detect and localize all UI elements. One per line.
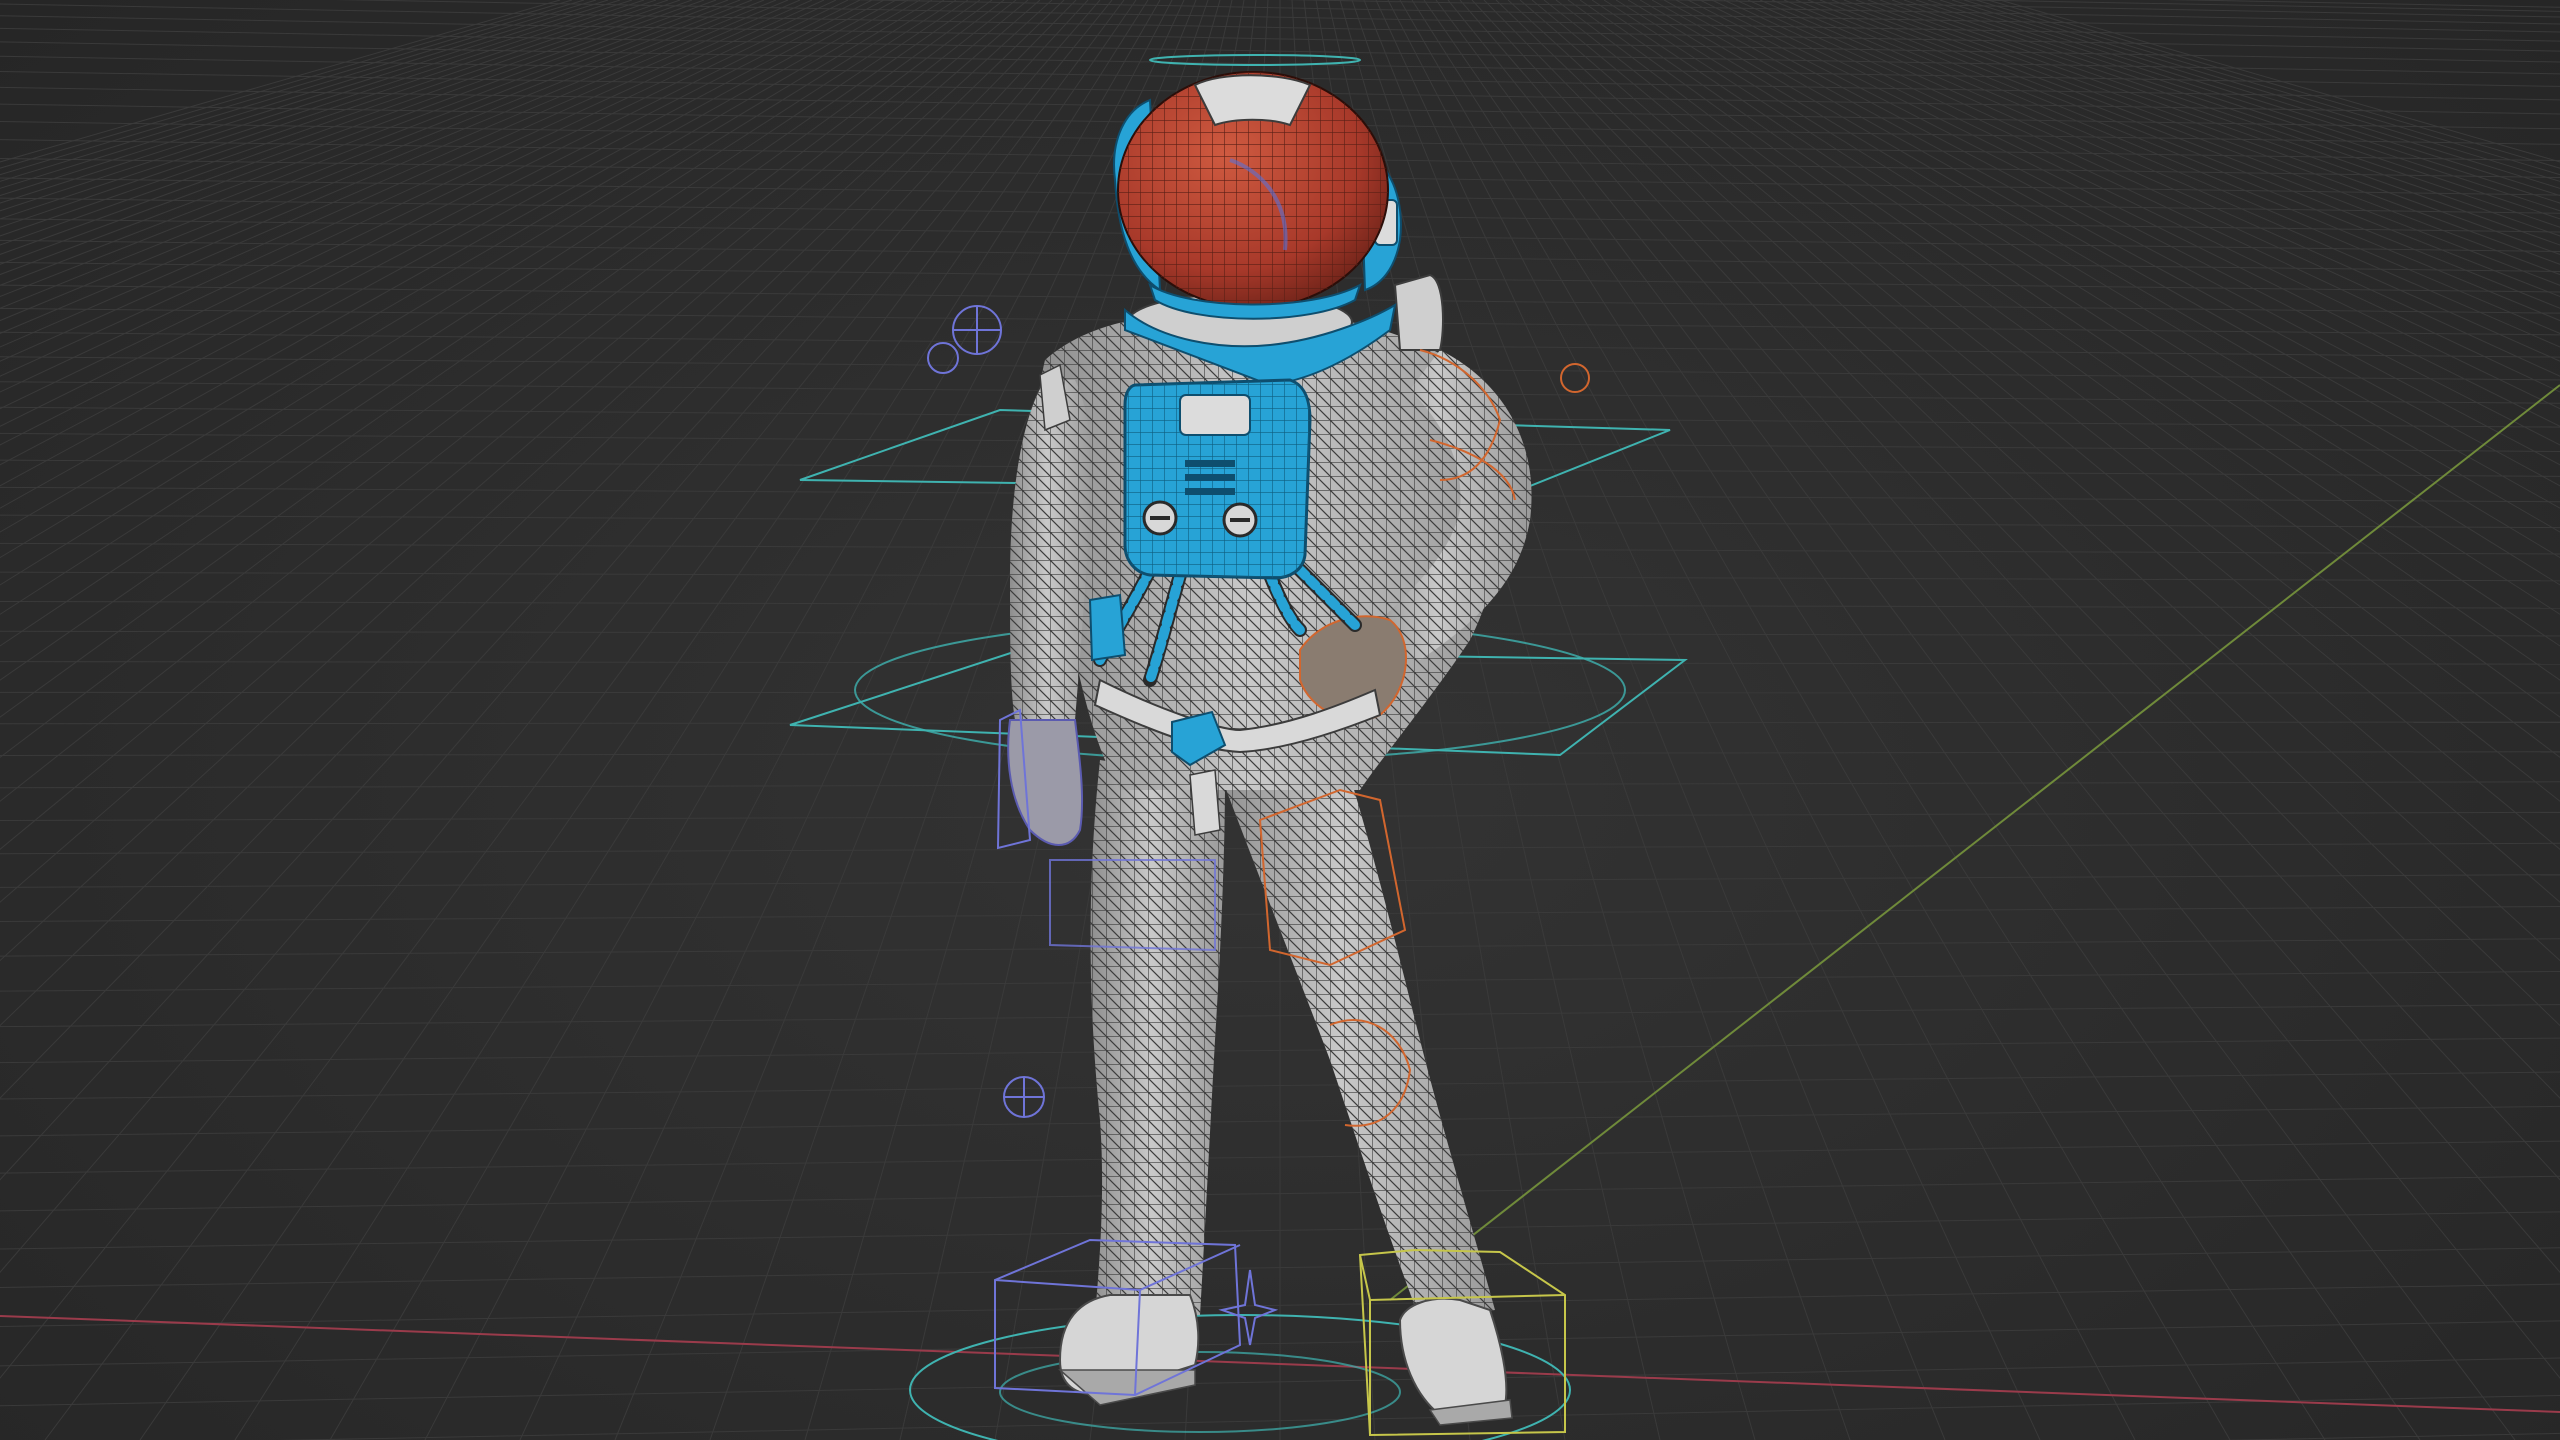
grid-line	[1459, 0, 2560, 1274]
grid-line	[0, 0, 1077, 1099]
grid-line	[0, 0, 981, 681]
grid-line	[0, 0, 1065, 1027]
grid-line	[0, 0, 657, 220]
grid-line	[1495, 0, 2560, 1027]
grid-line	[1771, 0, 2560, 334]
grid-line	[1951, 0, 2560, 189]
grid-line	[0, 0, 573, 169]
grid-line	[1423, 0, 2421, 1440]
right-pole-target	[1560, 363, 1590, 393]
grid-line	[0, 0, 681, 237]
grid-line	[1387, 0, 2136, 1440]
grid-line	[1507, 0, 2560, 962]
grid-line	[0, 0, 729, 276]
grid-line	[1675, 0, 2560, 466]
grid-line	[1435, 0, 2516, 1440]
left-glove	[1007, 719, 1084, 846]
grid-line	[1879, 0, 2560, 237]
grid-line	[1411, 0, 2326, 1440]
grid-line	[0, 0, 597, 182]
grid-line	[1891, 0, 2560, 228]
grid-line	[1939, 0, 2560, 197]
grid-line	[1723, 0, 2560, 393]
grid-line	[0, 0, 885, 466]
grid-line	[0, 0, 969, 647]
grid-line	[0, 0, 993, 718]
grid-line	[1639, 0, 2560, 533]
grid-line	[0, 0, 1101, 1274]
grid-line	[1747, 0, 2560, 362]
grid-line	[0, 0, 561, 163]
grid-line	[0, 0, 813, 362]
grid-line	[0, 0, 837, 393]
viewport-canvas[interactable]	[0, 0, 2560, 1440]
grid-line	[0, 0, 1005, 758]
3d-viewport[interactable]	[0, 0, 2560, 1440]
grid-line	[1795, 0, 2560, 309]
grid-line	[0, 0, 765, 309]
grid-line	[1471, 0, 2560, 1181]
grid-line	[0, 0, 861, 427]
grid-line	[1831, 0, 2560, 276]
grid-line	[0, 0, 825, 377]
grid-line	[0, 0, 933, 559]
astronaut-boots[interactable]	[1058, 1294, 1513, 1426]
grid-line	[0, 0, 789, 334]
grid-line	[0, 0, 1113, 1379]
grid-line	[1903, 0, 2560, 220]
grid-line	[0, 0, 921, 533]
grid-line	[0, 0, 609, 189]
grid-line	[1447, 0, 2560, 1379]
grid-line	[0, 0, 777, 322]
grid-line	[1963, 0, 2560, 182]
grid-line	[0, 0, 669, 228]
grid-line	[0, 0, 1089, 1181]
grid-line	[1987, 0, 2560, 169]
grid-line	[1783, 0, 2560, 322]
grid-line	[1483, 0, 2560, 1099]
grid-line	[1627, 0, 2560, 559]
grid-line	[1999, 0, 2560, 163]
grid-line	[1399, 0, 2231, 1440]
astronaut-legs[interactable]	[1090, 760, 1495, 1320]
grid-line	[1615, 0, 2560, 586]
grid-line	[139, 0, 1137, 1440]
grid-line	[1735, 0, 2560, 377]
grid-line	[0, 0, 1017, 802]
grid-line	[1975, 0, 2560, 176]
chest-display	[1179, 394, 1251, 436]
grid-line	[1699, 0, 2560, 427]
left-heel-control	[1218, 1269, 1279, 1346]
helmet-top-stripe	[1193, 74, 1312, 127]
grid-line	[0, 0, 585, 176]
astronaut-left-arm[interactable]	[1007, 380, 1092, 846]
grid-line	[0, 0, 621, 197]
grid-line	[44, 0, 1125, 1440]
